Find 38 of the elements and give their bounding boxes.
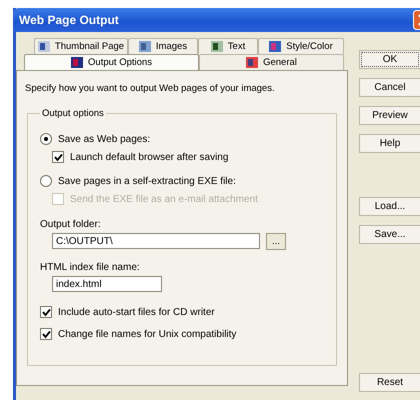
tab[interactable]: General: [199, 54, 344, 70]
radio-label: Save as Web pages:: [58, 134, 150, 144]
description-text: Specify how you want to output Web pages of your images.: [25, 83, 276, 94]
dialog-button[interactable]: Help: [359, 134, 420, 153]
tab[interactable]: Output Options: [24, 54, 199, 70]
checkbox[interactable]: [40, 306, 52, 318]
dialog-button[interactable]: Cancel: [359, 78, 420, 97]
dialog-button[interactable]: Save...: [359, 225, 420, 244]
field-label: Output folder:: [40, 219, 102, 230]
field-label: HTML index file name:: [40, 262, 141, 273]
checkbox[interactable]: [40, 328, 52, 340]
radio-label: Save pages in a self-extracting EXE file:: [58, 176, 236, 186]
tab-icon: [71, 57, 84, 68]
tab[interactable]: Style/Color: [258, 38, 344, 54]
tab-icon: [246, 57, 258, 68]
index-file-field[interactable]: index.html: [52, 276, 162, 292]
window-title: Web Page Output: [19, 13, 119, 27]
tab-icon: [210, 41, 223, 52]
checkbox-label: Send the EXE file as an e-mail attachment: [70, 194, 258, 204]
tab[interactable]: Text: [198, 38, 258, 54]
radio-button[interactable]: [40, 133, 52, 145]
checkbox-label: Change file names for Unix compatibility: [58, 328, 236, 340]
checkbox[interactable]: [52, 151, 64, 163]
dialog-button[interactable]: Load...: [359, 197, 420, 216]
dialog-button[interactable]: OK: [359, 50, 420, 69]
tab-icon: [269, 41, 282, 52]
tab[interactable]: Thumbnail Page: [34, 38, 128, 54]
tab-icon: [38, 41, 50, 52]
output-folder-field[interactable]: C:\OUTPUT\: [52, 233, 260, 249]
browse-button[interactable]: ...: [266, 233, 286, 250]
tab[interactable]: Images: [128, 38, 198, 54]
tab-icon: [138, 41, 151, 52]
dialog-button[interactable]: Preview: [359, 106, 420, 125]
group-title: Output options: [41, 108, 105, 119]
dialog-button[interactable]: Reset: [359, 373, 420, 392]
checkbox-label: Launch default browser after saving: [70, 152, 228, 162]
radio-button[interactable]: [40, 175, 52, 187]
checkbox-label: Include auto-start files for CD writer: [58, 306, 215, 318]
